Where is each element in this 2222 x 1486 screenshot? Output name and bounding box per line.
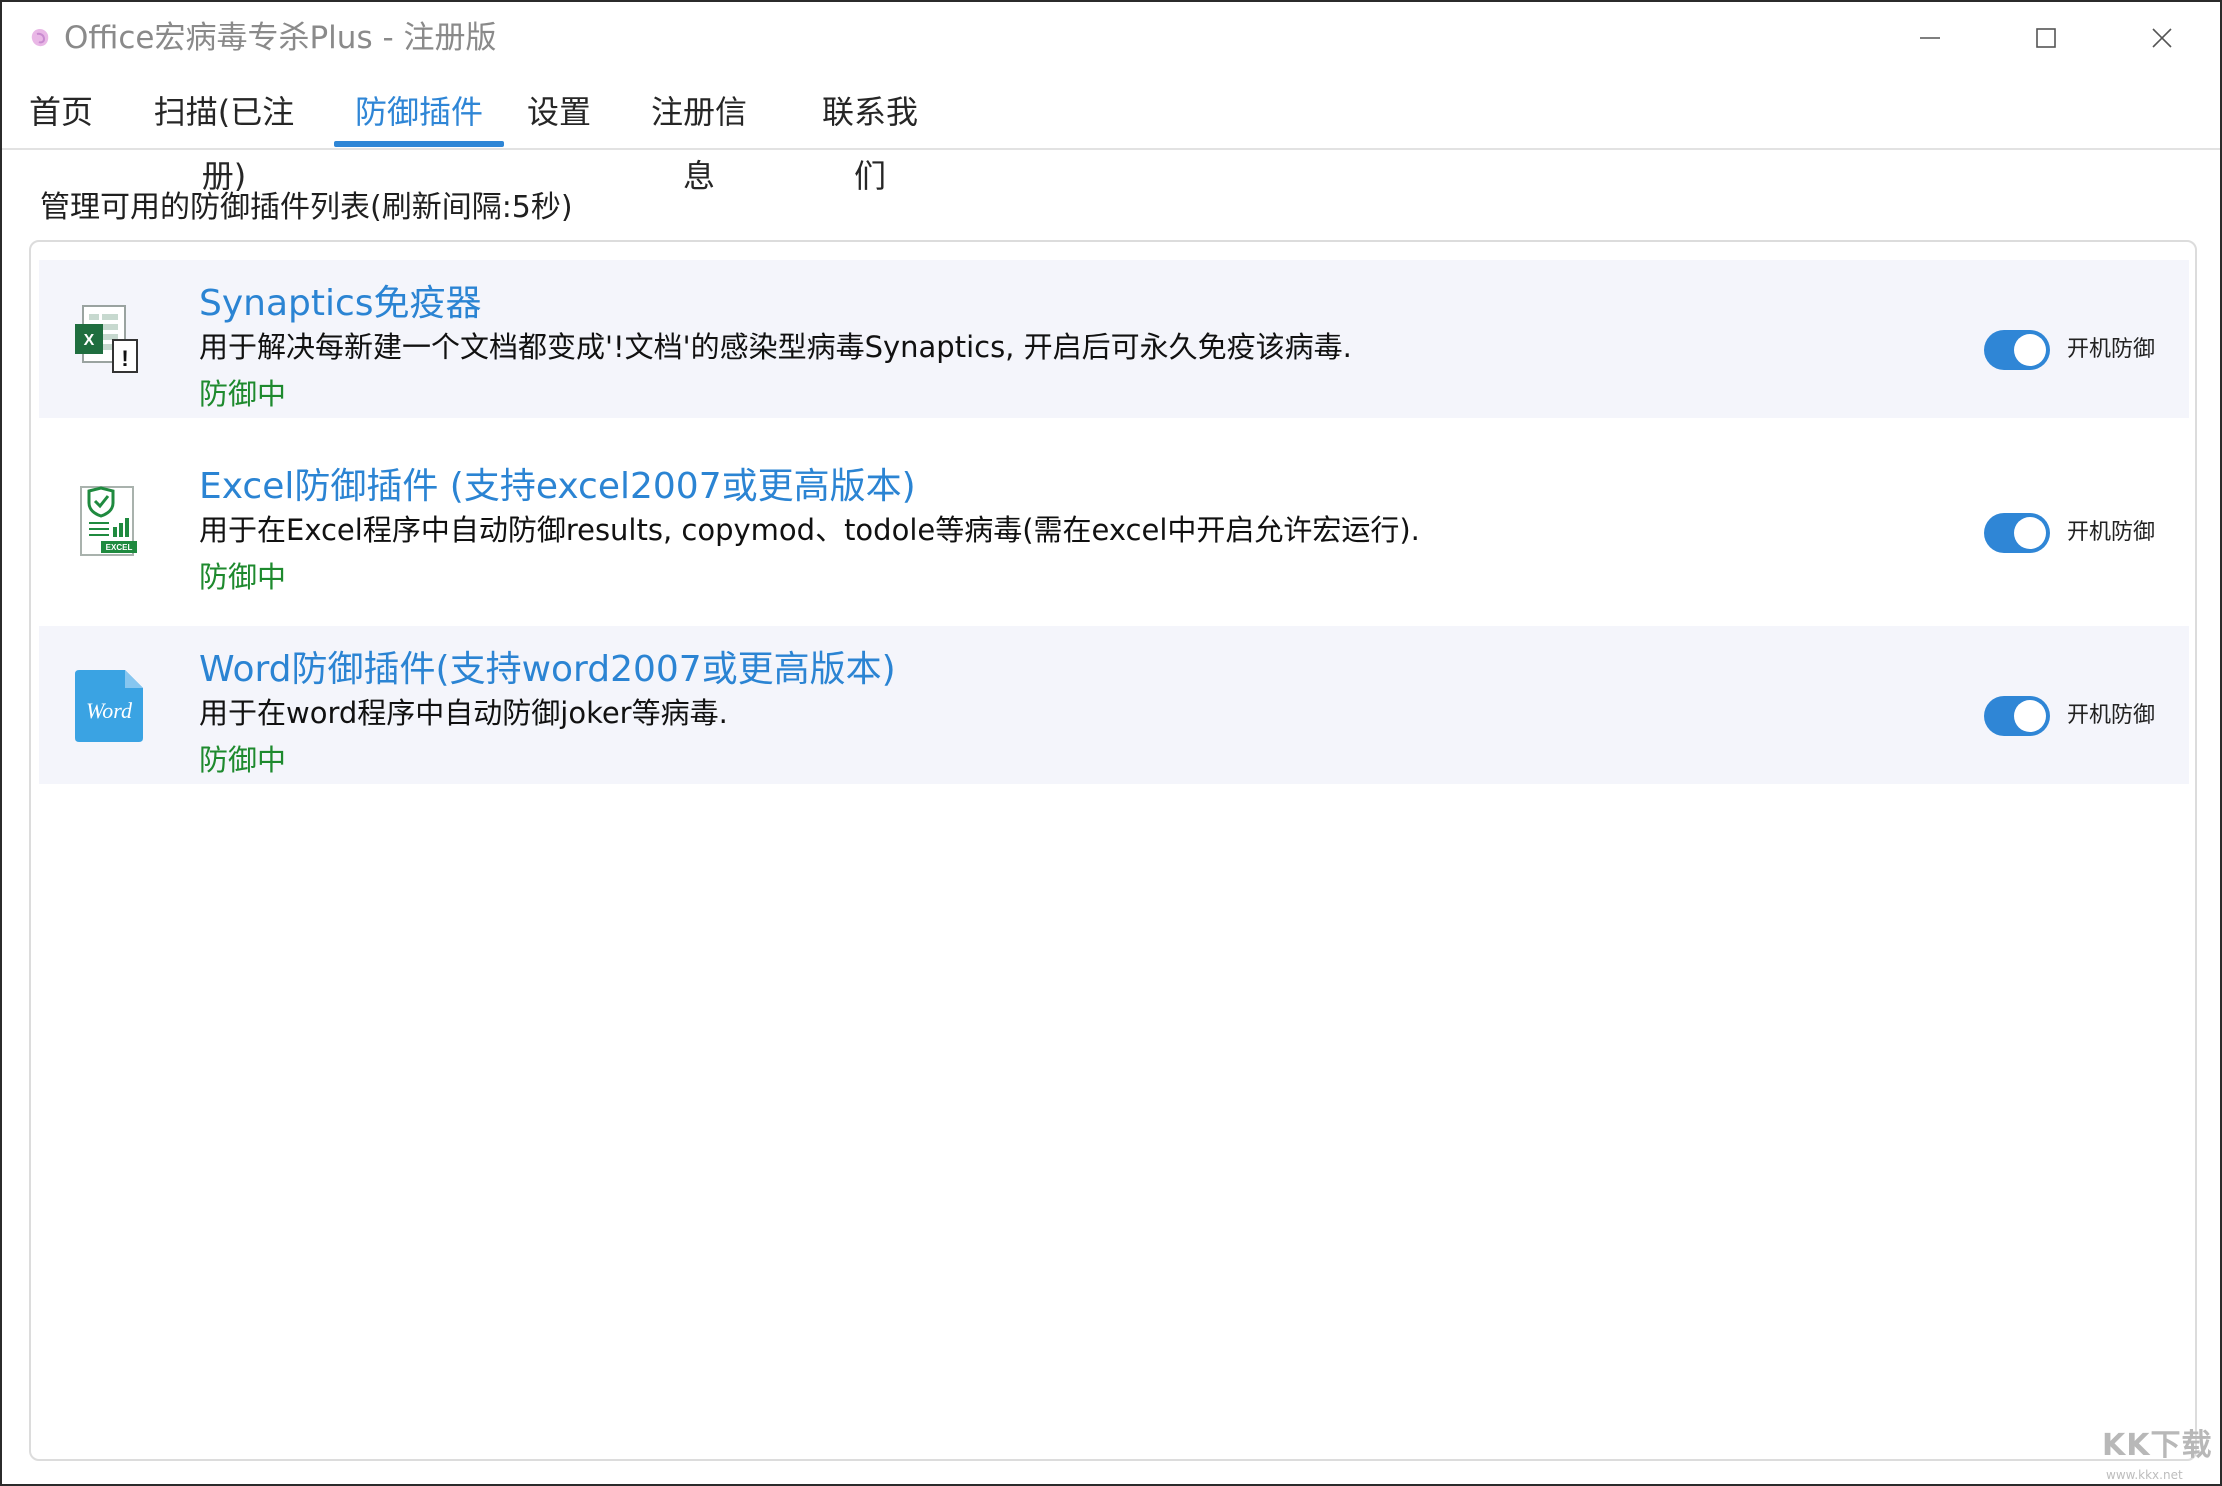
toggle-label: 开机防御 <box>2067 520 2156 545</box>
window-title: Office宏病毒专杀Plus - 注册版 <box>64 20 497 56</box>
maximize-icon <box>2036 28 2056 48</box>
plugin-description: 用于解决每新建一个文档都变成'!文档'的感染型病毒Synaptics, 开启后可… <box>199 330 1352 364</box>
tab-home[interactable]: 首页 <box>28 80 94 150</box>
plugin-title: Synaptics免疫器 <box>199 283 482 324</box>
close-icon <box>2152 28 2172 48</box>
title-bar: Office宏病毒专杀Plus - 注册版 <box>2 2 2220 74</box>
svg-text:X: X <box>84 332 95 349</box>
tab-defense-plugins[interactable]: 防御插件 <box>334 80 504 150</box>
startup-defense-toggle[interactable] <box>1984 513 2050 553</box>
watermark-url: www.kkx.net <box>2106 1468 2183 1482</box>
excel-shield-icon: EXCEL <box>80 486 137 556</box>
minimize-icon <box>1920 37 1940 39</box>
page-subtitle: 管理可用的防御插件列表(刷新间隔:5秒) <box>40 190 573 225</box>
plugin-row-word: Word Word防御插件(支持word2007或更高版本) 用于在word程序… <box>39 626 2189 784</box>
plugin-list: X ! Synaptics免疫器 用于解决每新建一个文档都变成'!文档'的感染型… <box>29 240 2197 1461</box>
plugin-status: 防御中 <box>199 560 287 594</box>
plugin-row-synaptics: X ! Synaptics免疫器 用于解决每新建一个文档都变成'!文档'的感染型… <box>39 260 2189 418</box>
tab-registration-info[interactable]: 注册信息 <box>636 80 762 195</box>
startup-defense-toggle[interactable] <box>1984 330 2050 370</box>
app-logo-icon <box>31 29 49 47</box>
svg-text:Word: Word <box>86 698 133 723</box>
plugin-description: 用于在Excel程序中自动防御results, copymod、todole等病… <box>199 513 1420 547</box>
plugin-title: Word防御插件(支持word2007或更高版本) <box>199 649 896 690</box>
minimize-button[interactable] <box>1872 2 1988 74</box>
svg-text:EXCEL: EXCEL <box>106 543 133 552</box>
plugin-title: Excel防御插件 (支持excel2007或更高版本) <box>199 466 916 507</box>
watermark-logo: KK下载 <box>2102 1428 2213 1463</box>
plugin-status: 防御中 <box>199 743 287 777</box>
toggle-knob <box>2014 700 2046 732</box>
maximize-button[interactable] <box>1988 2 2104 74</box>
tab-bar: 首页 扫描(已注册) 防御插件 设置 注册信息 联系我们 <box>2 80 2220 195</box>
tab-settings[interactable]: 设置 <box>526 80 592 150</box>
tab-contact-us[interactable]: 联系我们 <box>807 80 933 195</box>
toggle-label: 开机防御 <box>2067 337 2156 362</box>
toggle-knob <box>2014 517 2046 549</box>
plugin-row-excel: EXCEL Excel防御插件 (支持excel2007或更高版本) 用于在Ex… <box>39 443 2189 601</box>
toggle-knob <box>2014 334 2046 366</box>
excel-warning-icon: X ! <box>75 305 138 373</box>
active-tab-indicator <box>334 141 504 147</box>
startup-defense-toggle[interactable] <box>1984 696 2050 736</box>
svg-text:!: ! <box>121 346 128 371</box>
tab-scan[interactable]: 扫描(已注册) <box>136 80 312 195</box>
app-window: Office宏病毒专杀Plus - 注册版 首页 扫描(已注册) 防御插件 设置… <box>0 0 2222 1486</box>
toggle-label: 开机防御 <box>2067 703 2156 728</box>
word-document-icon: Word <box>75 670 143 742</box>
plugin-description: 用于在word程序中自动防御joker等病毒. <box>199 696 728 730</box>
plugin-status: 防御中 <box>199 377 287 411</box>
close-button[interactable] <box>2104 2 2220 74</box>
